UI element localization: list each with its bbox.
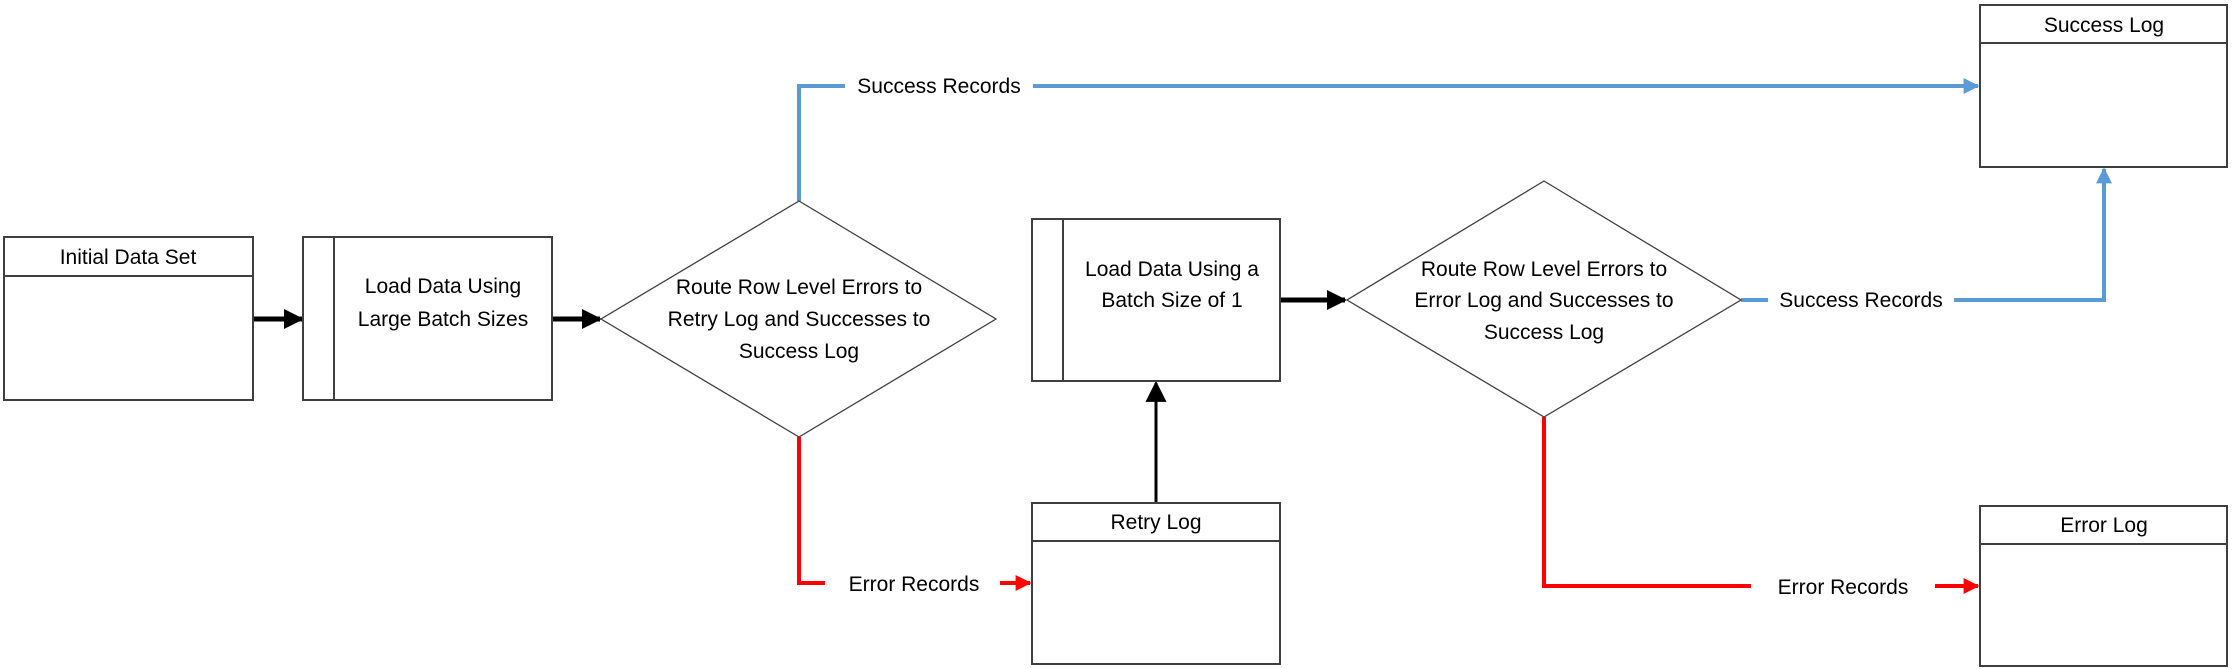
svg-text:Load Data Using: Load Data Using [365, 275, 521, 298]
svg-text:Retry Log: Retry Log [1110, 511, 1201, 534]
svg-text:Success Log: Success Log [1484, 321, 1604, 344]
svg-text:Retry Log and Successes to: Retry Log and Successes to [668, 308, 931, 331]
svg-text:Success Log: Success Log [739, 340, 859, 363]
edge-label-success-1: Success Records [845, 70, 1033, 102]
node-route-to-error-decision: Route Row Level Errors to Error Log and … [1345, 180, 1743, 418]
node-initial-data-set: Initial Data Set [3, 236, 254, 401]
svg-text:Batch Size of 1: Batch Size of 1 [1101, 289, 1242, 312]
node-load-large-batch: Load Data Using Large Batch Sizes [302, 236, 553, 401]
success-connector-1 [797, 78, 1980, 201]
edge-label-success-2: Success Records [1768, 284, 1954, 316]
svg-text:Error Records: Error Records [1778, 576, 1909, 599]
svg-text:Route Row Level Errors to: Route Row Level Errors to [1421, 258, 1667, 281]
svg-text:Large Batch Sizes: Large Batch Sizes [358, 308, 528, 331]
svg-text:Route Row Level Errors to: Route Row Level Errors to [676, 276, 922, 299]
svg-text:Error Records: Error Records [849, 573, 980, 596]
node-load-batch-size-1: Load Data Using a Batch Size of 1 [1031, 218, 1281, 382]
edge-label-error-1: Error Records [825, 568, 1000, 600]
svg-text:Error Log and Successes to: Error Log and Successes to [1414, 289, 1673, 312]
success-connector-2 [1741, 167, 2112, 302]
svg-text:Success Records: Success Records [857, 75, 1020, 98]
svg-text:Success Records: Success Records [1779, 289, 1942, 312]
error-connector-2 [1542, 417, 1980, 594]
edge-label-error-2: Error Records [1751, 570, 1935, 602]
svg-text:Load Data Using a: Load Data Using a [1085, 258, 1259, 281]
error-connector-1 [797, 437, 1032, 591]
node-error-log: Error Log [1979, 505, 2228, 667]
node-retry-log: Retry Log [1031, 502, 1281, 665]
svg-text:Error Log: Error Log [2060, 514, 2148, 537]
svg-text:Success Log: Success Log [2044, 14, 2164, 37]
flowchart: Success Records Error Records Success Re… [3, 4, 2228, 667]
node-success-log: Success Log [1979, 4, 2228, 168]
node-route-to-retry-decision: Route Row Level Errors to Retry Log and … [599, 200, 998, 438]
svg-text:Initial Data Set: Initial Data Set [60, 246, 197, 269]
